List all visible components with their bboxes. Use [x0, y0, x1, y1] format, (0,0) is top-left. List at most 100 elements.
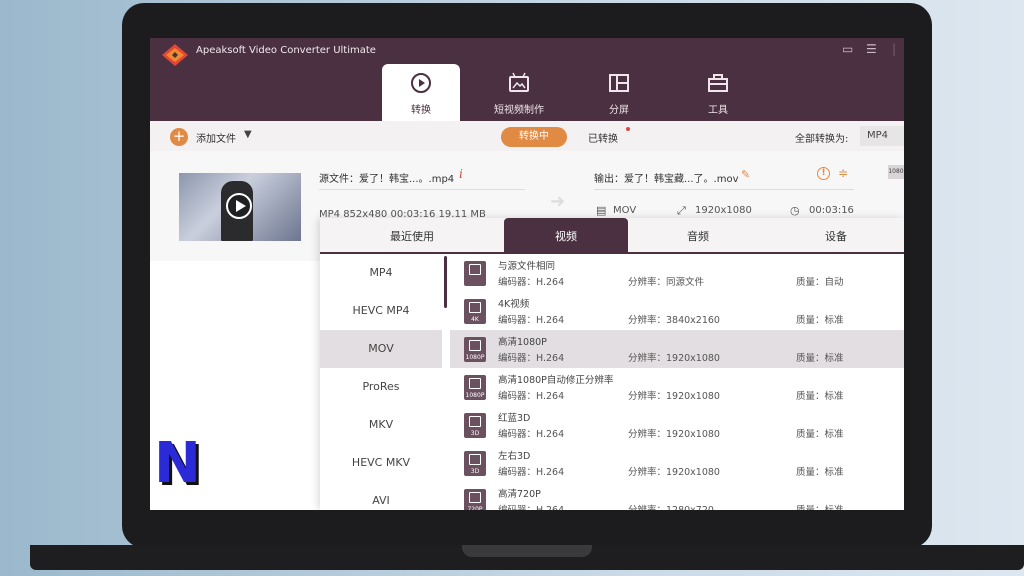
format-file-icon [464, 413, 486, 438]
format-name: 4K视频 [498, 299, 530, 310]
alert-icon[interactable]: ! [817, 167, 830, 180]
format-quality: 质量：标准 [796, 429, 844, 440]
tab-toolbox[interactable]: 工具 [679, 64, 757, 121]
divider [319, 189, 525, 190]
film-icon: ▤ [596, 204, 607, 217]
divider: | [892, 42, 897, 56]
format-quality: 质量：标准 [796, 467, 844, 478]
format-quality: 质量：标准 [796, 391, 844, 402]
category-item[interactable]: ProRes [320, 368, 442, 406]
tab-video[interactable]: 视频 [504, 218, 628, 254]
feedback-icon[interactable]: ▭ [842, 42, 853, 56]
converted-tab[interactable]: 已转换 [588, 130, 618, 145]
tab-audio[interactable]: 音频 [628, 218, 768, 254]
converting-tab[interactable]: 转换中 [501, 127, 567, 147]
category-list: MP4 HEVC MP4 MOV ProRes MKV HEVC MKV AVI [320, 254, 442, 510]
chevron-down-icon[interactable]: ▼ [244, 129, 252, 140]
format-resolution: 分辨率：1280x720 [628, 502, 714, 510]
collage-icon [609, 74, 629, 92]
tab-mv-label: 短视频制作 [494, 105, 544, 116]
toolbar: + 添加文件 ▼ 转换中 已转换 全部转换为: MP4 [150, 121, 904, 151]
notification-dot [626, 127, 630, 131]
toolbox-icon [708, 74, 728, 92]
format-resolution: 分辨率：1920x1080 [628, 391, 720, 402]
format-file-icon [464, 375, 486, 400]
format-quality: 质量：标准 [796, 502, 844, 510]
format-encoder: 编码器：H.264 [498, 391, 565, 402]
format-resolution: 分辨率：3840x2160 [628, 315, 720, 326]
format-quality: 质量：标准 [796, 315, 844, 326]
format-row[interactable]: 高清720P 编码器：H.264 分辨率：1280x720 质量：标准 [450, 482, 904, 510]
play-icon[interactable] [226, 193, 252, 219]
format-name: 与源文件相同 [498, 261, 556, 272]
format-file-icon [464, 337, 486, 362]
format-list: 与源文件相同 编码器：H.264 分辨率：同源文件 质量：自动 4K视频 编码器… [450, 254, 904, 510]
format-encoder: 编码器：H.264 [498, 315, 565, 326]
format-encoder: 编码器：H.264 [498, 429, 565, 440]
format-encoder: 编码器：H.264 [498, 502, 564, 510]
laptop-notch [462, 545, 592, 557]
convert-all-select[interactable]: MP4 [860, 126, 904, 146]
format-resolution: 分辨率：1920x1080 [628, 353, 720, 364]
format-file-icon [464, 261, 486, 286]
tab-collage-label: 分屏 [609, 105, 629, 116]
format-name: 高清1080P自动修正分辨率 [498, 375, 614, 386]
format-row[interactable]: 左右3D 编码器：H.264 分辨率：1920x1080 质量：标准 [450, 444, 904, 482]
add-files-button[interactable]: + [170, 128, 188, 146]
category-scrollbar[interactable] [444, 256, 447, 308]
category-item[interactable]: MP4 [320, 254, 442, 292]
output-duration: 00:03:16 [809, 205, 854, 216]
category-item-selected[interactable]: MOV [320, 330, 442, 368]
format-row[interactable]: 4K视频 编码器：H.264 分辨率：3840x2160 质量：标准 [450, 292, 904, 330]
format-encoder: 编码器：H.264 [498, 467, 565, 478]
format-quality: 质量：标准 [796, 353, 844, 364]
video-thumbnail[interactable] [179, 173, 301, 241]
format-name: 高清1080P [498, 337, 547, 348]
format-row[interactable]: 高清1080P自动修正分辨率 编码器：H.264 分辨率：1920x1080 质… [450, 368, 904, 406]
format-encoder: 编码器：H.264 [498, 277, 565, 288]
format-name: 高清720P [498, 489, 541, 500]
app-title: Apeaksoft Video Converter Ultimate [196, 45, 376, 56]
format-file-icon [464, 451, 486, 476]
edit-icon[interactable]: ✎ [741, 168, 750, 181]
format-quality: 质量：自动 [796, 277, 844, 288]
category-item[interactable]: AVI [320, 482, 442, 510]
mv-icon [509, 72, 529, 92]
compress-icon[interactable]: ≑ [838, 166, 848, 180]
app-window: Apeaksoft Video Converter Ultimate ▭ ☰ |… [150, 38, 904, 510]
tab-toolbox-label: 工具 [708, 105, 728, 116]
info-icon[interactable]: i [459, 167, 463, 181]
format-name: 左右3D [498, 451, 531, 462]
format-file-icon [464, 489, 486, 510]
menu-icon[interactable]: ☰ [866, 42, 877, 56]
format-encoder: 编码器：H.264 [498, 353, 565, 364]
arrow-right-icon: ➜ [550, 191, 566, 212]
format-name: 红蓝3D [498, 413, 531, 424]
app-logo-icon [162, 44, 188, 66]
format-resolution: 分辨率：同源文件 [628, 277, 705, 288]
tab-device[interactable]: 设备 [768, 218, 904, 254]
source-file-name: 源文件：爱了！韩宝...。.mp4 [319, 174, 455, 185]
title-bar: Apeaksoft Video Converter Ultimate ▭ ☰ |… [150, 38, 904, 121]
category-item[interactable]: HEVC MKV [320, 444, 442, 482]
convert-all-label: 全部转换为: [795, 134, 849, 145]
tab-collage[interactable]: 分屏 [580, 64, 658, 121]
tab-mv[interactable]: 短视频制作 [480, 64, 558, 121]
tab-convert-label: 转换 [411, 105, 431, 116]
tab-convert[interactable]: 转换 [382, 64, 460, 121]
format-file-icon [464, 299, 486, 324]
divider [594, 189, 854, 190]
tab-recent[interactable]: 最近使用 [320, 218, 504, 254]
category-item[interactable]: MKV [320, 406, 442, 444]
format-row[interactable]: 红蓝3D 编码器：H.264 分辨率：1920x1080 质量：标准 [450, 406, 904, 444]
format-resolution: 分辨率：1920x1080 [628, 429, 720, 440]
output-format-badge[interactable]: 1080 [888, 165, 904, 179]
output-file-name: 输出：爱了！韩宝藏...了。.mov [594, 174, 739, 185]
output-format: MOV [613, 205, 637, 216]
n-overlay-logo: N [154, 431, 201, 496]
category-item[interactable]: HEVC MP4 [320, 292, 442, 330]
format-row-selected[interactable]: 高清1080P 编码器：H.264 分辨率：1920x1080 质量：标准 [450, 330, 904, 368]
format-resolution: 分辨率：1920x1080 [628, 467, 720, 478]
add-files-label[interactable]: 添加文件 [196, 130, 236, 145]
format-row[interactable]: 与源文件相同 编码器：H.264 分辨率：同源文件 质量：自动 [450, 254, 904, 292]
